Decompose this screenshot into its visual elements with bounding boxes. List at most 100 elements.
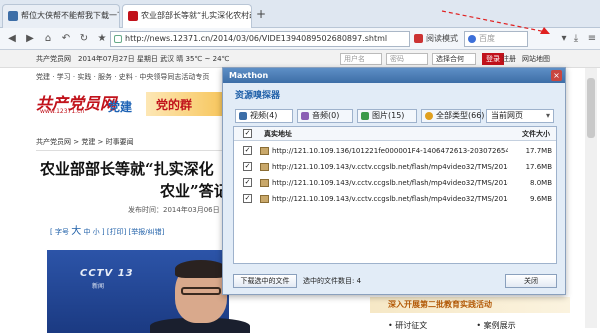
favorite-star-icon[interactable]: ★ (94, 31, 110, 47)
table-row[interactable]: ✓ http://121.10.109.143/v.cctv.ccgslb.ne… (234, 175, 556, 191)
tab-label: 视频(4) (250, 111, 278, 120)
scope-select[interactable]: 当前网页 (486, 109, 554, 123)
row-url: http://121.10.109.143/v.cctv.ccgslb.net/… (272, 163, 508, 171)
banner-ad[interactable]: 党的群 (156, 96, 192, 113)
font-size-label: [ 字号 (50, 228, 69, 236)
side-banner[interactable]: 深入开展第二批教育实践活动 (370, 297, 570, 313)
sitemap-link[interactable]: 网站地图 (522, 50, 550, 68)
password-field[interactable]: 密码 (386, 53, 428, 65)
video-icon (239, 112, 247, 120)
file-icon (260, 179, 269, 187)
file-icon (260, 147, 269, 155)
tab-title: 农业部部长等就“扎实深化农村改... (141, 11, 251, 20)
table-row[interactable]: ✓ http://121.10.109.136/101221fe000001F4… (234, 143, 556, 159)
tab-images[interactable]: 图片(15) (357, 109, 417, 123)
site-logo-url: www.12371.cn (40, 108, 85, 115)
download-icon[interactable]: ⤓ (568, 31, 584, 47)
row-url: http://121.10.109.143/v.cctv.ccgslb.net/… (272, 195, 508, 203)
site-name[interactable]: 共产党员网 (36, 50, 71, 68)
tab-label: 图片(15) (372, 111, 405, 120)
undo-icon[interactable]: ↶ (58, 31, 74, 47)
resource-sniffer-dialog: Maxthon × 资源嗅探器 视频(4) 音频(0) 图片(15) 全部类型(… (222, 67, 566, 295)
row-checkbox[interactable]: ✓ (243, 178, 252, 187)
username-field[interactable]: 用户名 (340, 53, 382, 65)
back-icon[interactable]: ◀ (4, 31, 20, 47)
table-row[interactable]: ✓ http://121.10.109.143/v.cctv.ccgslb.ne… (234, 159, 556, 175)
row-checkbox[interactable]: ✓ (243, 194, 252, 203)
tab-label: 音频(0) (312, 111, 340, 120)
table-header: ✓ 真实地址 文件大小 (234, 127, 556, 141)
tab-label: 全部类型(66) (436, 111, 485, 120)
new-tab-button[interactable]: + (254, 7, 268, 21)
channel-sub-label: 新闻 (92, 283, 105, 290)
register-link[interactable]: 注册 (502, 50, 516, 68)
tab-audio[interactable]: 音频(0) (297, 109, 353, 123)
resource-table: ✓ 真实地址 文件大小 ✓ http://121.10.109.136/1012… (233, 126, 557, 264)
selected-count: 选中的文件数目: 4 (303, 277, 362, 285)
divider (36, 150, 236, 151)
column-size: 文件大小 (522, 130, 550, 138)
dialog-title: Maxthon (223, 68, 565, 83)
url-text: http://news.12371.cn/2014/03/06/VIDE1394… (125, 34, 388, 43)
side-link-essays[interactable]: • 研讨征文 (388, 321, 427, 330)
font-large-button[interactable]: 大 (71, 226, 81, 237)
table-row[interactable]: ✓ http://121.10.109.143/v.cctv.ccgslb.ne… (234, 191, 556, 207)
font-medium-button[interactable]: 中 (83, 228, 90, 236)
select-all-checkbox[interactable]: ✓ (243, 129, 252, 138)
side-links: • 研讨征文 • 案例展示 (388, 320, 516, 331)
tab-strip: 帮位大侠帮不能帮我下载一下这... 农业部部长等就“扎实深化农村改... + (0, 0, 600, 29)
page-scrollbar-thumb[interactable] (587, 78, 595, 138)
row-url: http://121.10.109.136/101221fe000001F4-1… (272, 147, 508, 155)
main-menu-icon[interactable]: ≡ (584, 31, 600, 47)
speaker-glasses (181, 287, 221, 295)
article-headline: 农业部部长等就“扎实深化 (40, 160, 214, 178)
date-weather: 2014年07月27日 星期日 武汉 晴 35℃ ~ 24℃ (78, 55, 230, 63)
column-url: 真实地址 (264, 130, 292, 138)
publish-time: 发布时间：2014年03月06日 (128, 206, 220, 214)
tab-article[interactable]: 农业部部长等就“扎实深化农村改... (122, 4, 252, 29)
row-checkbox[interactable]: ✓ (243, 162, 252, 171)
file-icon (260, 195, 269, 203)
site-top-bar: 共产党员网 2014年07月27日 星期日 武汉 晴 35℃ ~ 24℃ 用户名… (0, 50, 600, 68)
forum-favicon-icon (8, 11, 18, 21)
party-building-label: 党建 (108, 100, 133, 114)
download-selected-button[interactable]: 下载选中的文件 (233, 274, 297, 288)
file-icon (260, 163, 269, 171)
home-icon[interactable]: ⌂ (40, 31, 56, 47)
close-button[interactable]: 关闭 (505, 274, 557, 288)
article-headline-line2: 农业”答记 (160, 182, 229, 200)
row-size: 9.6MB (530, 195, 552, 203)
breadcrumb[interactable]: 共产党员网 > 党建 > 时事要闻 (36, 137, 134, 147)
login-button[interactable]: 登录 (482, 53, 504, 65)
row-size: 8.0MB (530, 179, 552, 187)
font-small-button[interactable]: 小 (93, 228, 100, 236)
dialog-close-icon[interactable]: × (551, 70, 562, 81)
print-report-links[interactable]: ] [打印] [举报/纠错] (102, 228, 164, 236)
domain-select[interactable]: 选择合何 (432, 53, 476, 65)
forward-icon[interactable]: ▶ (22, 31, 38, 47)
image-icon (361, 112, 369, 120)
row-url: http://121.10.109.143/v.cctv.ccgslb.net/… (272, 179, 508, 187)
tab-title: 帮位大侠帮不能帮我下载一下这... (21, 11, 119, 20)
tab-video[interactable]: 视频(4) (235, 109, 293, 123)
site-sub-navigation[interactable]: 党建 · 学习 · 实践 · 服务 · 史料 · 中央领导同志活动专页 (36, 72, 209, 82)
article-favicon-icon (128, 11, 138, 21)
navigation-bar: ◀ ▶ ⌂ ↶ ↻ ★ http://news.12371.cn/2014/03… (0, 28, 600, 74)
tab-all-types[interactable]: 全部类型(66) (421, 109, 485, 123)
side-link-cases[interactable]: • 案例展示 (476, 321, 515, 330)
row-size: 17.7MB (525, 147, 552, 155)
dialog-subtitle: 资源嗅探器 (235, 91, 281, 101)
reader-mode-button[interactable]: 阅读模式 (414, 31, 458, 47)
page-icon (114, 35, 122, 43)
channel-logo: CCTV 13 (80, 268, 134, 279)
row-checkbox[interactable]: ✓ (243, 146, 252, 155)
article-tools: [ 字号 大 中 小 ] [打印] [举报/纠错] (50, 222, 164, 237)
address-bar[interactable]: http://news.12371.cn/2014/03/06/VIDE1394… (110, 31, 410, 47)
refresh-icon[interactable]: ↻ (76, 31, 92, 47)
search-input[interactable]: 百度 (464, 31, 528, 47)
tab-forum[interactable]: 帮位大侠帮不能帮我下载一下这... (2, 4, 120, 28)
all-types-icon (425, 112, 433, 120)
audio-icon (301, 112, 309, 120)
row-size: 17.6MB (525, 163, 552, 171)
speaker-hair (175, 260, 227, 278)
